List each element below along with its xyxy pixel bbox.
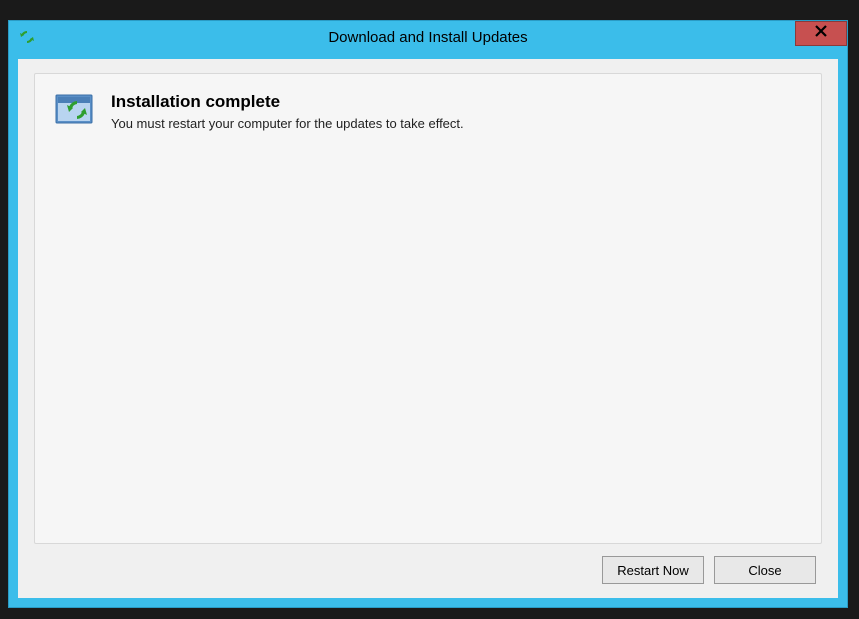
close-icon (814, 24, 828, 43)
message-block: Installation complete You must restart y… (111, 92, 801, 131)
close-button[interactable]: Close (714, 556, 816, 584)
content-panel: Installation complete You must restart y… (34, 73, 822, 544)
updates-icon (19, 29, 35, 45)
status-message: You must restart your computer for the u… (111, 116, 801, 131)
button-row: Restart Now Close (34, 544, 822, 586)
update-status-icon (55, 94, 95, 126)
titlebar[interactable]: Download and Install Updates (9, 21, 847, 53)
restart-now-button[interactable]: Restart Now (602, 556, 704, 584)
client-area: Installation complete You must restart y… (18, 59, 838, 598)
close-window-button[interactable] (795, 21, 847, 46)
status-heading: Installation complete (111, 92, 801, 112)
updates-window: Download and Install Updates (8, 20, 848, 608)
window-title: Download and Install Updates (9, 29, 847, 46)
